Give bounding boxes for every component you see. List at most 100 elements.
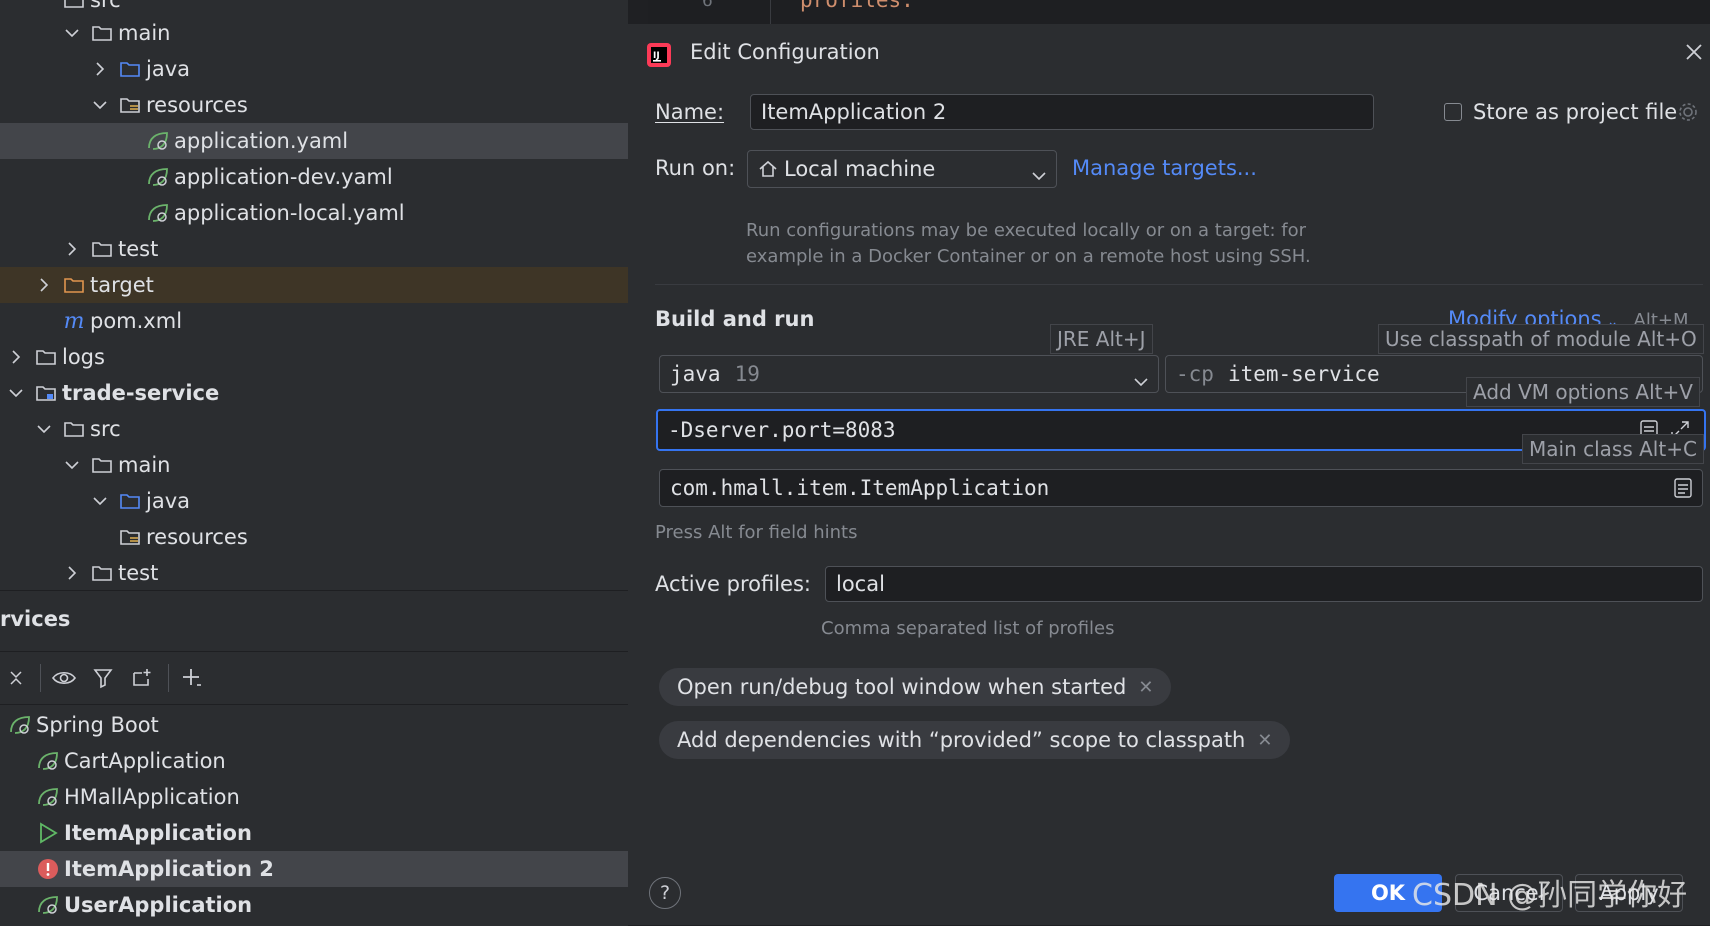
chevron-right-icon[interactable] <box>34 275 54 295</box>
services-title: rvices <box>0 607 71 631</box>
services-panel: rvices Spring Boot CartApplication HMall… <box>0 590 628 926</box>
service-item-item-2[interactable]: ItemApplication 2 <box>0 851 628 887</box>
active-profiles-label: Active profiles: <box>655 572 811 596</box>
field-hints-text: Press Alt for field hints <box>655 522 858 543</box>
active-profiles-input[interactable]: local <box>825 566 1703 602</box>
chevron-down-icon[interactable] <box>6 383 26 403</box>
new-group-icon[interactable] <box>128 664 156 692</box>
remove-chip-icon[interactable]: ✕ <box>1257 730 1272 751</box>
active-profiles-hint: Comma separated list of profiles <box>821 618 1115 639</box>
name-label: Name: <box>655 100 725 124</box>
tooltip-classpath: Use classpath of module Alt+O <box>1378 324 1704 354</box>
service-group-spring-boot[interactable]: Spring Boot <box>0 707 628 743</box>
tree-item-src-2[interactable]: src <box>0 411 628 447</box>
tree-item-application-local-yaml[interactable]: application-local.yaml <box>0 195 628 231</box>
tree-item-pom-xml[interactable]: m pom.xml <box>0 303 628 339</box>
name-input[interactable]: ItemApplication 2 <box>750 94 1374 130</box>
service-item-hmall[interactable]: HMallApplication <box>0 779 628 815</box>
resources-folder-icon <box>118 526 142 548</box>
dialog-title: Edit Configuration <box>690 40 880 64</box>
run-on-label: Run on: <box>655 156 736 180</box>
tree-item-application-yaml[interactable]: application.yaml <box>0 123 628 159</box>
spring-config-icon <box>146 130 170 152</box>
service-item-item[interactable]: ItemApplication <box>0 815 628 851</box>
project-tree: src main java resources application.yaml… <box>0 0 628 590</box>
store-as-project-file-label: Store as project file <box>1473 100 1678 124</box>
collapse-all-icon[interactable] <box>2 664 30 692</box>
build-and-run-title: Build and run <box>655 307 815 331</box>
tooltip-vm-options: Add VM options Alt+V <box>1466 377 1700 407</box>
gutter-divider <box>770 0 771 24</box>
edit-configuration-dialog: IJ Edit Configuration Name: ItemApplicat… <box>628 24 1710 925</box>
remove-chip-icon[interactable]: ✕ <box>1138 677 1153 698</box>
line-number: 6 <box>702 0 713 11</box>
tree-item-trade-service[interactable]: trade-service <box>0 375 628 411</box>
spring-boot-icon <box>36 894 60 916</box>
gear-icon[interactable] <box>1677 101 1699 123</box>
tree-item-test-2[interactable]: test <box>0 555 628 590</box>
folder-icon <box>62 0 86 11</box>
chevron-down-icon[interactable] <box>62 23 82 43</box>
chevron-right-icon[interactable] <box>62 239 82 259</box>
editor-strip: 6 profiles: <box>648 0 1710 24</box>
jre-select[interactable]: java 19 <box>659 355 1159 393</box>
spring-boot-icon <box>36 786 60 808</box>
run-on-select[interactable]: Local machine <box>747 150 1057 188</box>
chevron-down-icon[interactable] <box>62 455 82 475</box>
close-icon[interactable] <box>1684 42 1704 62</box>
tree-item-main-2[interactable]: main <box>0 447 628 483</box>
spring-boot-icon <box>36 750 60 772</box>
spring-config-icon <box>146 202 170 224</box>
filter-icon[interactable] <box>90 664 118 692</box>
tree-item-application-dev-yaml[interactable]: application-dev.yaml <box>0 159 628 195</box>
source-folder-icon <box>118 490 142 512</box>
run-on-hint-line-2: example in a Docker Container or on a re… <box>746 246 1311 267</box>
option-chip-open-tool-window[interactable]: Open run/debug tool window when started … <box>659 668 1172 706</box>
excluded-folder-icon <box>62 274 86 296</box>
source-folder-icon <box>118 58 142 80</box>
chevron-right-icon[interactable] <box>62 563 82 583</box>
chevron-down-icon <box>1032 162 1046 186</box>
browse-class-icon[interactable] <box>1674 478 1692 503</box>
folder-icon <box>90 454 114 476</box>
main-class-input[interactable]: com.hmall.item.ItemApplication <box>659 469 1703 507</box>
error-icon <box>36 858 60 880</box>
resources-folder-icon <box>118 94 142 116</box>
service-item-cart[interactable]: CartApplication <box>0 743 628 779</box>
toolbar-separator <box>40 664 41 692</box>
tree-item-java-2[interactable]: java <box>0 483 628 519</box>
services-toolbar <box>0 651 628 705</box>
option-chip-provided-scope[interactable]: Add dependencies with “provided” scope t… <box>659 721 1291 759</box>
watermark-text: CSDN @孙同学你好 <box>1412 878 1688 913</box>
tree-item-resources-2[interactable]: resources <box>0 519 628 555</box>
folder-icon <box>90 562 114 584</box>
tree-item-main[interactable]: main <box>0 15 628 51</box>
tree-item-resources[interactable]: resources <box>0 87 628 123</box>
eye-icon[interactable] <box>50 664 78 692</box>
chevron-down-icon <box>1134 368 1148 392</box>
maven-icon: m <box>63 308 85 334</box>
code-line: profiles: <box>800 0 914 12</box>
spring-config-icon <box>146 166 170 188</box>
tree-item-target[interactable]: target <box>0 267 628 303</box>
chevron-right-icon[interactable] <box>6 347 26 367</box>
store-as-project-file-checkbox[interactable] <box>1444 103 1462 121</box>
svg-text:IJ: IJ <box>653 51 660 61</box>
tree-item-java[interactable]: java <box>0 51 628 87</box>
service-item-user[interactable]: UserApplication <box>0 887 628 923</box>
spring-boot-icon <box>8 714 32 736</box>
run-icon <box>36 822 60 844</box>
tree-item-test[interactable]: test <box>0 231 628 267</box>
chevron-down-icon[interactable] <box>90 95 110 115</box>
manage-targets-link[interactable]: Manage targets... <box>1072 156 1257 180</box>
help-button[interactable]: ? <box>649 877 681 909</box>
tree-item-logs[interactable]: logs <box>0 339 628 375</box>
chevron-right-icon[interactable] <box>90 59 110 79</box>
chevron-down-icon[interactable] <box>90 491 110 511</box>
folder-icon <box>62 418 86 440</box>
module-folder-icon <box>34 382 58 404</box>
folder-icon <box>90 238 114 260</box>
folder-icon <box>90 22 114 44</box>
chevron-down-icon[interactable] <box>34 419 54 439</box>
add-service-icon[interactable] <box>178 664 206 692</box>
